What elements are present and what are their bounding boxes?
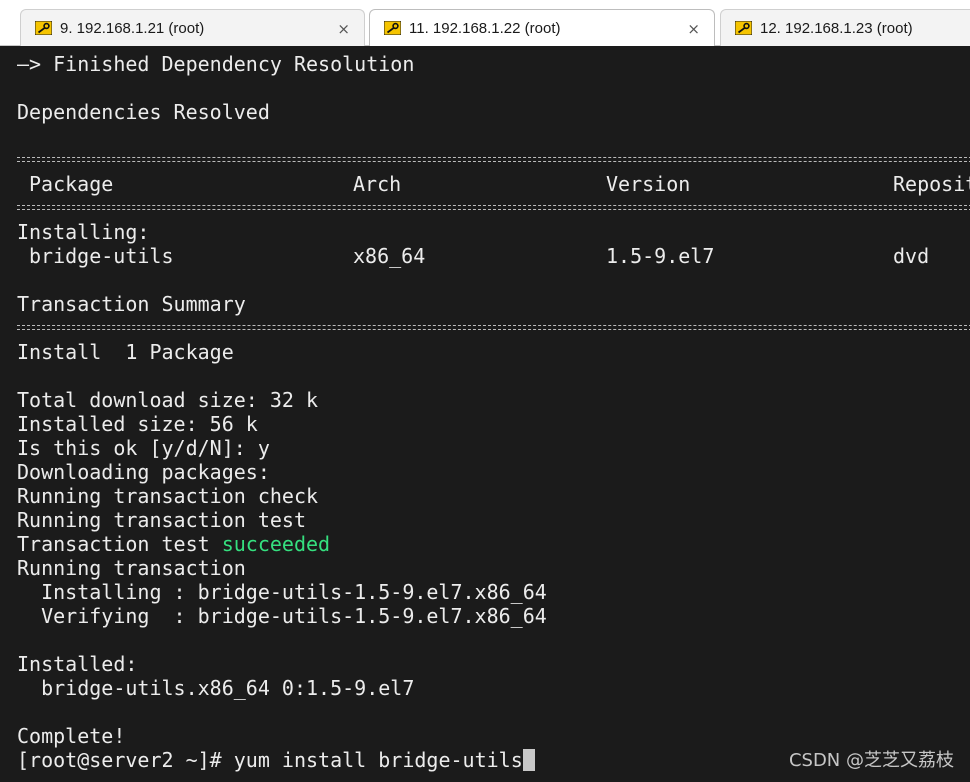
column-version: Version — [606, 172, 691, 196]
installing-header: Installing: — [17, 220, 150, 244]
transaction-summary: Transaction Summary — [17, 292, 246, 316]
install-count: Install 1 Package — [17, 340, 234, 364]
text-cursor — [522, 749, 535, 771]
shell-prompt: [root@server2 ~]# — [17, 748, 234, 772]
test-succeeded: succeeded — [221, 532, 331, 556]
tab-192-168-1-22[interactable]: 11. 192.168.1.22 (root) × — [369, 9, 715, 46]
key-icon — [384, 21, 401, 35]
tab-label: 9. 192.168.1.21 (root) — [60, 19, 205, 37]
key-icon — [35, 21, 52, 35]
test-prefix: Transaction test — [17, 532, 222, 556]
package-arch: x86_64 — [353, 244, 426, 268]
running-test-line: Running transaction test — [17, 508, 306, 532]
verifying-step: Verifying : bridge-utils-1.5-9.el7.x86_6… — [17, 604, 547, 628]
column-arch: Arch — [353, 172, 402, 196]
installed-size: Installed size: 56 k — [17, 412, 258, 436]
column-package: Package — [29, 172, 114, 196]
command-line[interactable]: [root@server2 ~]# yum install bridge-uti… — [17, 748, 535, 772]
package-name: bridge-utils — [29, 244, 174, 268]
close-icon[interactable]: × — [337, 20, 350, 38]
command-input[interactable]: yum install bridge-utils — [234, 748, 523, 772]
running-transaction-line: Running transaction — [17, 556, 246, 580]
terminal-output[interactable]: —> Finished Dependency Resolution Depend… — [0, 46, 970, 782]
separator-rule — [17, 324, 970, 331]
installed-header: Installed: — [17, 652, 138, 676]
complete-line: Complete! — [17, 724, 126, 748]
watermark: CSDN @芝芝又荔枝 — [788, 750, 954, 771]
tab-bar: 9. 192.168.1.21 (root) × 11. 192.168.1.2… — [0, 0, 970, 46]
tab-192-168-1-23[interactable]: 12. 192.168.1.23 (root) — [720, 9, 970, 46]
installed-package: bridge-utils.x86_64 0:1.5-9.el7 — [17, 676, 415, 700]
table-header: Package Arch Version Reposit — [17, 172, 970, 196]
key-icon — [735, 21, 752, 35]
package-version: 1.5-9.el7 — [606, 244, 715, 268]
resolved-line: Dependencies Resolved — [17, 100, 270, 124]
tab-192-168-1-21[interactable]: 9. 192.168.1.21 (root) × — [20, 9, 365, 46]
close-icon[interactable]: × — [687, 20, 700, 38]
tab-label: 11. 192.168.1.22 (root) — [409, 19, 561, 37]
test-result-line: Transaction test succeeded — [17, 532, 330, 556]
installing-step: Installing : bridge-utils-1.5-9.el7.x86_… — [17, 580, 547, 604]
separator-rule — [17, 156, 970, 163]
downloading-line: Downloading packages: — [17, 460, 270, 484]
running-check-line: Running transaction check — [17, 484, 319, 508]
total-download-size: Total download size: 32 k — [17, 388, 319, 412]
package-repository: dvd — [893, 244, 930, 268]
finished-line: —> Finished Dependency Resolution — [17, 52, 415, 76]
tab-label: 12. 192.168.1.23 (root) — [760, 19, 913, 37]
separator-rule — [17, 204, 970, 211]
confirm-prompt: Is this ok [y/d/N]: y — [17, 436, 270, 460]
table-row: bridge-utils x86_64 1.5-9.el7 dvd — [17, 244, 970, 268]
column-repository: Reposit — [893, 172, 970, 196]
